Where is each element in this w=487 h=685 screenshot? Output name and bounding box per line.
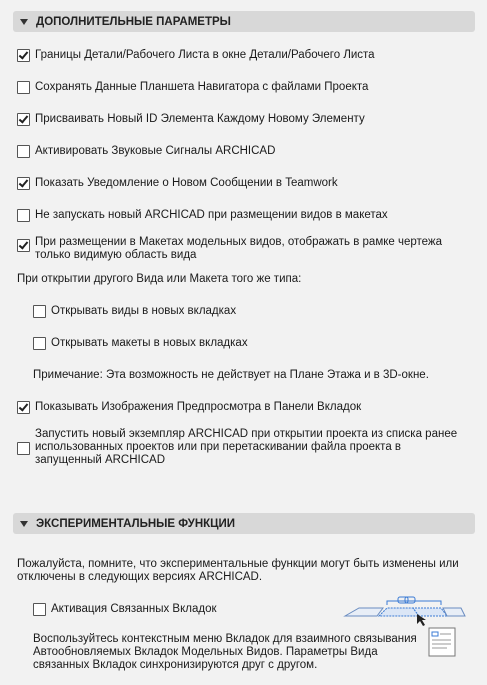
option-row[interactable]: Открывать виды в новых вкладках [33,305,236,318]
checkbox[interactable] [17,113,30,126]
checkbox[interactable] [17,401,30,414]
checkbox[interactable] [17,49,30,62]
option-row[interactable]: Не запускать новый ARCHICAD при размещен… [17,209,388,222]
option-row[interactable]: Активация Связанных Вкладок [33,603,217,616]
option-label: Активация Связанных Вкладок [51,603,217,615]
checkbox[interactable] [33,305,46,318]
option-row[interactable]: Запустить новый экземпляр ARCHICAD при о… [17,428,462,467]
option-row[interactable]: Показать Уведомление о Новом Сообщении в… [17,177,338,190]
collapse-triangle-icon[interactable] [20,18,28,25]
option-label: Показывать Изображения Предпросмотра в П… [35,401,362,413]
checkbox[interactable] [17,177,30,190]
section-title-experimental: ЭКСПЕРИМЕНТАЛЬНЫЕ ФУНКЦИИ [36,517,236,530]
checkbox[interactable] [17,145,30,158]
option-label: Активировать Звуковые Сигналы ARCHICAD [35,145,276,157]
option-label: Открывать макеты в новых вкладках [51,337,248,349]
checkbox[interactable] [17,209,30,222]
option-row[interactable]: При размещении в Макетах модельных видов… [17,236,457,262]
option-label: Не запускать новый ARCHICAD при размещен… [35,209,388,221]
note-text: Примечание: Эта возможность не действует… [33,369,429,381]
section-header-experimental[interactable]: ЭКСПЕРИМЕНТАЛЬНЫЕ ФУНКЦИИ [13,513,475,534]
option-label: Сохранять Данные Планшета Навигатора с ф… [35,81,369,93]
checkbox[interactable] [33,337,46,350]
section-title-advanced: ДОПОЛНИТЕЛЬНЫЕ ПАРАМЕТРЫ [36,15,231,28]
option-label: Запустить новый экземпляр ARCHICAD при о… [35,428,458,466]
open-other-heading: При открытии другого Вида или Макета тог… [17,273,302,285]
checkbox[interactable] [17,239,30,252]
option-row[interactable]: Присваивать Новый ID Элемента Каждому Но… [17,113,365,126]
option-row[interactable]: Активировать Звуковые Сигналы ARCHICAD [17,145,275,158]
section-header-advanced[interactable]: ДОПОЛНИТЕЛЬНЫЕ ПАРАМЕТРЫ [13,11,475,32]
experimental-warning: Пожалуйста, помните, что экспериментальн… [17,558,459,583]
option-label: Показать Уведомление о Новом Сообщении в… [35,177,338,189]
linked-tabs-illustration-icon [343,596,466,657]
option-row[interactable]: Сохранять Данные Планшета Навигатора с ф… [17,81,368,94]
checkbox[interactable] [17,81,30,94]
option-label: Открывать виды в новых вкладках [51,305,237,317]
checkbox[interactable] [17,442,30,455]
checkbox[interactable] [33,603,46,616]
option-row[interactable]: Показывать Изображения Предпросмотра в П… [17,401,361,414]
option-row[interactable]: Границы Детали/Рабочего Листа в окне Дет… [17,49,375,62]
option-label: При размещении в Макетах модельных видов… [35,236,442,261]
collapse-triangle-icon[interactable] [20,520,28,527]
option-row[interactable]: Открывать макеты в новых вкладках [33,337,248,350]
option-label: Границы Детали/Рабочего Листа в окне Дет… [35,49,375,61]
option-label: Присваивать Новый ID Элемента Каждому Но… [35,113,365,125]
